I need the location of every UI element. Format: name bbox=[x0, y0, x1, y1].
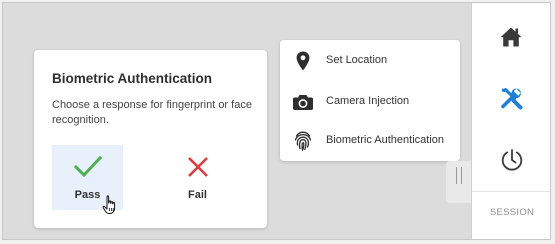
menu-item-label: Camera Injection bbox=[326, 95, 410, 107]
x-icon bbox=[162, 154, 233, 180]
pass-button[interactable]: Pass bbox=[52, 145, 123, 214]
panel-resize-handle[interactable] bbox=[446, 161, 472, 203]
session-label[interactable]: SESSION bbox=[472, 207, 550, 218]
fail-button[interactable]: Fail bbox=[162, 145, 233, 210]
dialog-title: Biometric Authentication bbox=[52, 71, 213, 86]
home-icon bbox=[500, 27, 522, 47]
dialog-description: Choose a response for fingerprint or fac… bbox=[52, 99, 252, 126]
camera-icon bbox=[292, 91, 314, 113]
home-button[interactable] bbox=[472, 15, 550, 59]
grip-icon bbox=[456, 167, 462, 184]
menu-item-set-location[interactable]: Set Location bbox=[280, 45, 460, 75]
fingerprint-icon bbox=[292, 130, 314, 152]
power-icon bbox=[501, 149, 523, 171]
side-rail: SESSION bbox=[471, 3, 550, 239]
menu-item-biometric-authentication[interactable]: Biometric Authentication bbox=[280, 125, 460, 155]
power-button[interactable] bbox=[472, 137, 550, 181]
menu-item-camera-injection[interactable]: Camera Injection bbox=[280, 86, 460, 116]
tools-button[interactable] bbox=[472, 76, 550, 120]
hand-cursor-icon bbox=[102, 195, 118, 220]
session-canvas: Biometric Authentication Choose a respon… bbox=[2, 2, 551, 240]
location-pin-icon bbox=[292, 50, 314, 72]
tools-menu: Set Location Camera Injection Biometric … bbox=[280, 40, 460, 161]
menu-item-label: Biometric Authentication bbox=[326, 134, 445, 146]
tools-icon bbox=[501, 88, 523, 110]
rail-divider bbox=[472, 191, 550, 192]
biometric-dialog: Biometric Authentication Choose a respon… bbox=[34, 50, 267, 228]
fail-label: Fail bbox=[188, 189, 207, 201]
menu-item-label: Set Location bbox=[326, 54, 388, 66]
checkmark-icon bbox=[52, 154, 123, 180]
